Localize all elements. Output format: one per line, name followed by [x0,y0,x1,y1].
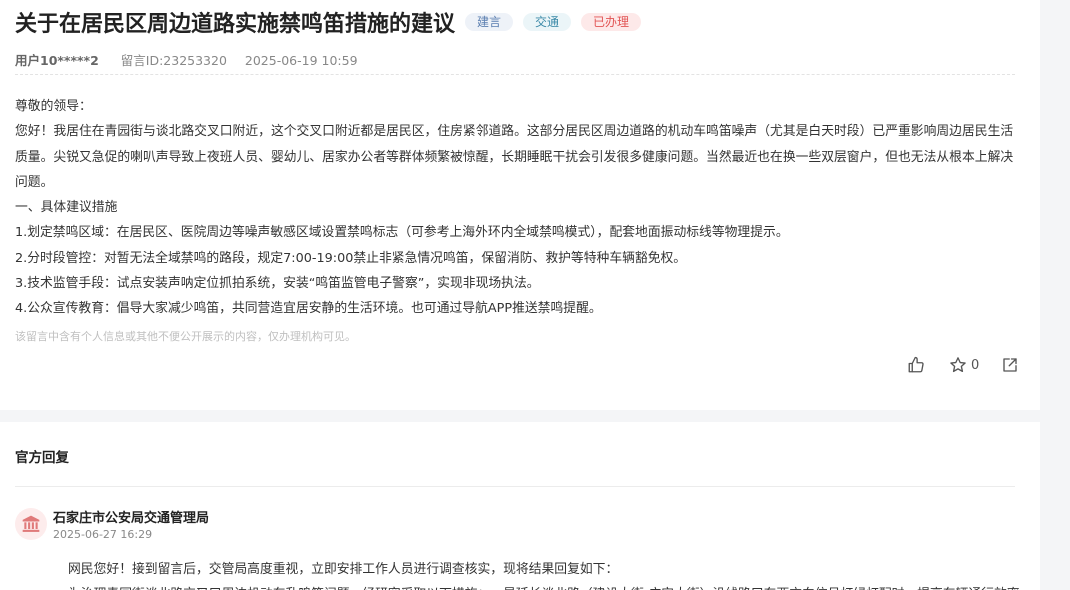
reply-body: 网民您好！接到留言后，交管局高度重视，立即安排工作人员进行调查核实，现将结果回复… [68,557,1020,590]
tag-category: 建言 [465,13,514,31]
section-title: 官方回复 [15,450,69,466]
title-row: 关于在居民区周边道路实施禁鸣笛措施的建议 建言 交通 已办理 [15,6,642,38]
tag-topic: 交通 [523,13,572,31]
page-title: 关于在居民区周边道路实施禁鸣笛措施的建议 [15,12,456,37]
message-id: 留言ID:23253320 [120,53,227,68]
paragraph: 尊敬的领导： [15,99,92,114]
action-bar: 0 [905,354,1021,376]
reply-datetime: 2025-06-27 16:29 [53,528,153,541]
paragraph: 您好！我居住在青园街与谈北路交叉口附近，这个交叉口附近都是居民区，住房紧邻道路。… [15,124,1014,190]
org-name: 石家庄市公安局交通管理局 [53,511,210,526]
reply-card: 官方回复 石家庄市公安局交通管理局 2025-06-27 16:29 网民您好！… [0,422,1040,590]
message-body: 尊敬的领导： 您好！我居住在青园街与谈北路交叉口附近，这个交叉口附近都是居民区，… [15,94,1017,322]
status-badge: 已办理 [581,13,642,31]
message-meta: 用户10*****2 留言ID:23253320 2025-06-19 10:5… [15,50,358,69]
paragraph: 1.划定禁鸣区域：在居民区、医院周边等噪声敏感区域设置禁鸣标志（可参考上海外环内… [15,225,789,241]
government-building-icon [15,508,47,540]
divider [15,74,1015,75]
paragraph: 2.分时段管控：对暂无法全域禁鸣的路段，规定7:00-19:00禁止非紧急情况鸣… [15,250,687,266]
paragraph: 3.技术监管手段：试点安装声呐定位抓拍系统，安装“鸣笛监管电子警察”，实现非现场… [15,276,540,292]
privacy-note: 该留言中含有个人信息或其他不便公开展示的内容，仅办理机构可见。 [15,330,356,343]
star-count: 0 [971,357,980,373]
user-name: 用户10*****2 [15,53,99,68]
paragraph: 4.公众宣传教育：倡导大家减少鸣笛，共同营造宜居安静的生活环境。也可通过导航AP… [15,301,602,317]
thumbs-up-icon[interactable] [905,354,927,376]
share-icon[interactable] [999,354,1021,376]
divider [15,486,1015,487]
paragraph: 网民您好！接到留言后，交管局高度重视，立即安排工作人员进行调查核实，现将结果回复… [68,562,619,577]
paragraph: 一、具体建议措施 [15,200,118,216]
message-datetime: 2025-06-19 10:59 [244,53,358,68]
paragraph: 为治理青园街谈北路交叉口周边机动车乱鸣笛问题，经研究采取以下措施：一是延长谈北路… [68,582,1020,590]
star-icon[interactable] [947,354,969,376]
message-card: 关于在居民区周边道路实施禁鸣笛措施的建议 建言 交通 已办理 用户10*****… [0,0,1040,410]
